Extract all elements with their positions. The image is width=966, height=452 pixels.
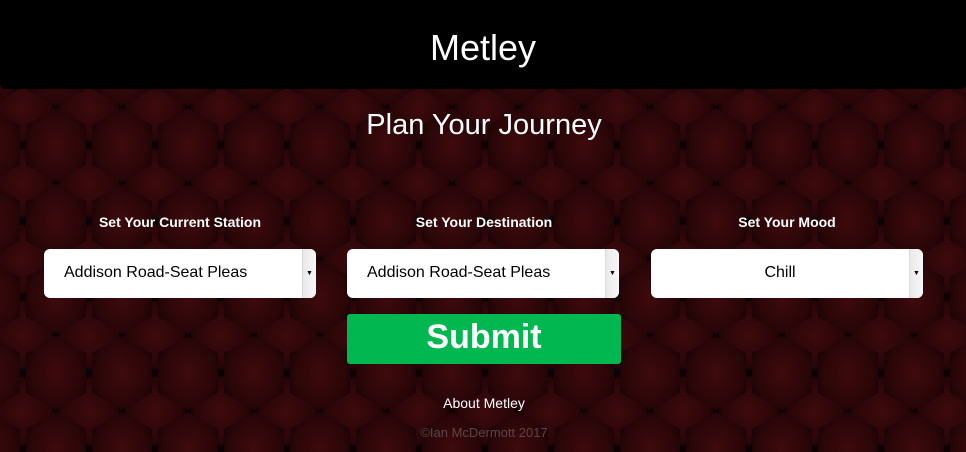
current-station-label: Set Your Current Station [98,214,262,230]
dropdown-arrow-icon[interactable]: ▼ [909,249,923,298]
dropdown-arrow-icon[interactable]: ▼ [302,249,316,298]
destination-label: Set Your Destination [415,214,553,230]
copyright-text: ©Ian McDermott 2017 [420,425,548,440]
dropdown-arrow-icon[interactable]: ▼ [605,249,619,298]
destination-value: Addison Road-Seat Pleas [367,264,551,281]
destination-select[interactable]: Addison Road-Seat Pleas ▼ [347,249,619,298]
submit-button[interactable]: Submit [347,314,621,364]
page-title: Plan Your Journey [366,109,602,141]
current-station-select[interactable]: Addison Road-Seat Pleas ▼ [44,249,316,298]
mood-value: Chill [764,264,796,281]
mood-select[interactable]: Chill ▼ [651,249,923,298]
journey-planner: Plan Your Journey Set Your Current Stati… [0,0,966,452]
current-station-value: Addison Road-Seat Pleas [64,264,248,281]
mood-label: Set Your Mood [738,214,836,230]
about-link[interactable]: About Metley [0,394,966,412]
